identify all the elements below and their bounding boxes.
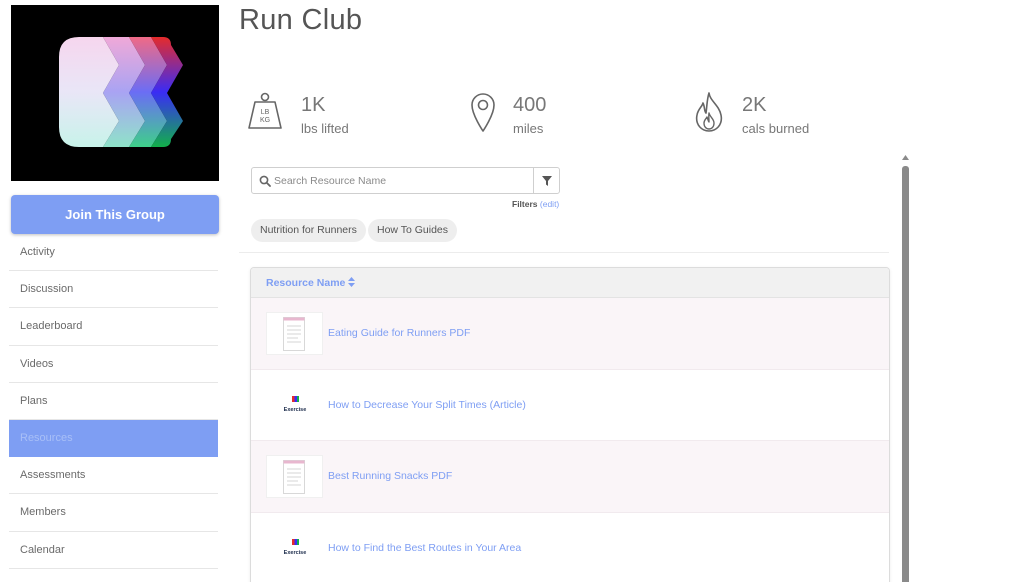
group-logo — [11, 5, 219, 181]
resource-thumbnail: Exercise — [266, 527, 323, 570]
exercise-icon: Exercise — [284, 395, 307, 413]
group-logo-icon — [59, 37, 183, 147]
join-group-button[interactable]: Join This Group — [11, 195, 219, 234]
column-header-resource-name[interactable]: Resource Name — [266, 277, 345, 289]
nav-item-discussion[interactable]: Discussion — [9, 271, 218, 309]
sort-icon[interactable] — [348, 277, 356, 287]
svg-text:Exercise: Exercise — [284, 550, 307, 556]
nav-item-videos[interactable]: Videos — [9, 346, 218, 383]
filter-button[interactable] — [533, 167, 560, 194]
search-input[interactable] — [274, 171, 529, 190]
section-divider — [239, 252, 889, 253]
filter-icon — [542, 176, 552, 186]
document-icon — [283, 317, 305, 351]
stat-miles: 400 miles — [470, 88, 670, 138]
nav-item-members[interactable]: Members — [9, 494, 218, 532]
exercise-icon: Exercise — [284, 538, 307, 556]
table-header[interactable]: Resource Name — [251, 268, 889, 298]
resource-link[interactable]: Best Running Snacks PDF — [328, 470, 452, 482]
table-row[interactable]: Exercise How to Decrease Your Split Time… — [251, 370, 889, 441]
flame-icon — [695, 92, 723, 132]
page-title: Run Club — [239, 4, 363, 36]
table-row[interactable]: Best Running Snacks PDF — [251, 441, 889, 513]
filters-label: Filters — [512, 199, 538, 209]
filters-line: Filters (edit) — [512, 199, 559, 209]
nav-item-plans[interactable]: Plans — [9, 383, 218, 420]
nav-item-resources[interactable]: Resources — [9, 419, 218, 458]
stat-label: miles — [513, 121, 544, 136]
table-row[interactable]: Exercise How to Find the Best Routes in … — [251, 513, 889, 582]
stat-label: cals burned — [742, 121, 810, 136]
chip-how-to-guides[interactable]: How To Guides — [368, 219, 458, 242]
scroll-up-arrow-icon[interactable] — [901, 154, 910, 161]
stat-value: 1K — [301, 94, 326, 116]
table-row[interactable]: Eating Guide for Runners PDF — [251, 298, 889, 370]
nav-item-assessments[interactable]: Assessments — [9, 457, 218, 495]
scrollbar-thumb[interactable] — [902, 166, 909, 582]
map-pin-icon — [471, 93, 495, 132]
resource-table: Resource Name Eating Guide for Runners P… — [250, 267, 890, 582]
stat-value: 400 — [513, 94, 547, 116]
side-nav: Activity Discussion Leaderboard Videos P… — [9, 234, 218, 569]
stat-value: 2K — [742, 94, 767, 116]
resource-link[interactable]: How to Find the Best Routes in Your Area — [328, 542, 521, 554]
resource-link[interactable]: Eating Guide for Runners PDF — [328, 327, 470, 339]
stat-cals-burned: 2K cals burned — [693, 88, 893, 138]
nav-item-activity[interactable]: Activity — [9, 234, 218, 272]
stat-label: lbs lifted — [301, 121, 349, 136]
nav-item-leaderboard[interactable]: Leaderboard — [9, 308, 218, 346]
resource-thumbnail — [266, 312, 323, 355]
weight-icon: LB KG — [248, 92, 282, 129]
search-icon — [259, 175, 271, 187]
chip-nutrition-for-runners[interactable]: Nutrition for Runners — [251, 219, 366, 242]
search-box — [251, 167, 534, 194]
svg-text:KG: KG — [260, 117, 270, 124]
filters-edit-link[interactable]: (edit) — [540, 199, 559, 209]
resource-link[interactable]: How to Decrease Your Split Times (Articl… — [328, 399, 526, 411]
document-icon — [283, 460, 305, 494]
svg-text:Exercise: Exercise — [284, 407, 307, 413]
nav-item-calendar[interactable]: Calendar — [9, 532, 218, 569]
stat-lbs-lifted: LB KG 1K lbs lifted — [247, 88, 447, 138]
resource-thumbnail — [266, 455, 323, 498]
svg-text:LB: LB — [261, 109, 270, 116]
resource-thumbnail: Exercise — [266, 384, 323, 427]
